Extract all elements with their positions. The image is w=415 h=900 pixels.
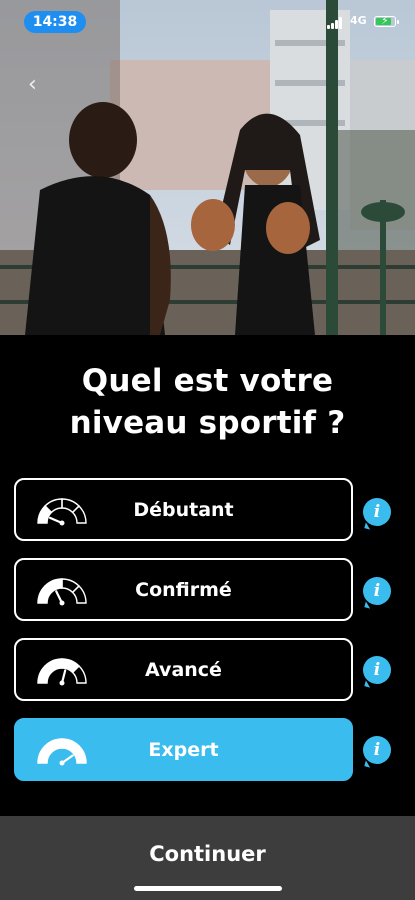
- level-option-debutant[interactable]: Débutant: [14, 478, 353, 541]
- info-icon-avance[interactable]: i: [363, 656, 391, 684]
- network-type: 4G: [350, 14, 367, 27]
- level-label: Débutant: [133, 498, 234, 521]
- hero-photo: [0, 0, 415, 335]
- battery-icon: ⚡: [374, 14, 399, 27]
- level-label: Avancé: [145, 658, 222, 681]
- level-label: Confirmé: [135, 578, 232, 601]
- back-chevron-icon[interactable]: ‹: [28, 72, 37, 97]
- title-line-1: Quel est votre: [81, 363, 334, 399]
- gauge-hub: [59, 520, 65, 526]
- footer-bar: Continuer: [0, 816, 415, 900]
- status-bar: 14:38 4G ⚡: [0, 0, 415, 44]
- gauge-hub: [59, 600, 65, 606]
- title-line-2: niveau sportif ?: [69, 405, 346, 441]
- cellular-signal-icon: [327, 17, 343, 29]
- level-option-expert[interactable]: Expert: [14, 718, 353, 781]
- gauge-hub: [59, 680, 65, 686]
- gauge-hub: [59, 760, 65, 766]
- info-icon-expert[interactable]: i: [363, 736, 391, 764]
- page-title: Quel est votre niveau sportif ?: [0, 360, 415, 444]
- home-indicator: [134, 886, 282, 891]
- level-label: Expert: [148, 738, 219, 761]
- info-icon-confirme[interactable]: i: [363, 577, 391, 605]
- charging-bolt-icon: ⚡: [381, 14, 389, 27]
- continue-button[interactable]: Continuer: [0, 842, 415, 866]
- boxing-scene-image: [0, 0, 415, 335]
- level-option-confirme[interactable]: Confirmé: [14, 558, 353, 621]
- info-icon-debutant[interactable]: i: [363, 498, 391, 526]
- level-option-avance[interactable]: Avancé: [14, 638, 353, 701]
- status-time: 14:38: [24, 11, 86, 33]
